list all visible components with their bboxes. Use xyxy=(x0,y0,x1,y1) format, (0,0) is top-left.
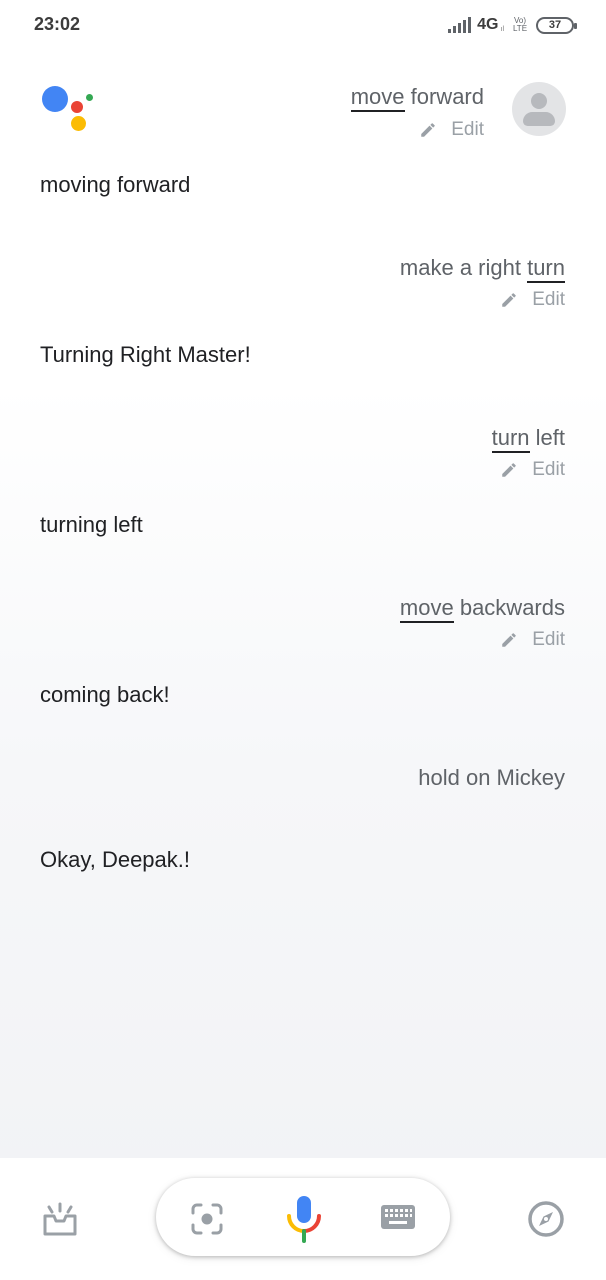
input-pill xyxy=(156,1178,450,1256)
query-word: hold on Mickey xyxy=(418,765,565,790)
user-query[interactable]: move forward xyxy=(350,84,484,112)
query-word: turn xyxy=(491,425,530,453)
query-word: move xyxy=(399,595,454,623)
edit-query-button[interactable]: Edit xyxy=(500,289,565,311)
network-type: 4G xyxy=(477,16,499,33)
battery-level: 37 xyxy=(548,19,562,31)
lens-icon[interactable] xyxy=(190,1202,224,1236)
assistant-reply: Okay, Deepak.! xyxy=(40,847,190,872)
edit-label: Edit xyxy=(532,629,565,650)
explore-compass-icon[interactable] xyxy=(527,1200,565,1238)
edit-label: Edit xyxy=(532,289,565,310)
user-query[interactable]: turn left xyxy=(491,425,565,453)
pencil-icon xyxy=(502,463,517,477)
pencil-icon xyxy=(421,123,436,137)
pencil-icon xyxy=(502,293,517,307)
status-bar: 23:02 4G ıl Vo) LTE 37 xyxy=(0,0,606,52)
query-word: make a right xyxy=(399,255,528,280)
status-indicators: 4G ıl Vo) LTE 37 xyxy=(448,13,577,37)
edit-label: Edit xyxy=(451,119,484,140)
user-query[interactable]: hold on Mickey xyxy=(418,765,565,791)
user-avatar[interactable] xyxy=(512,82,566,136)
volte-icon: Vo) LTE xyxy=(512,16,528,33)
updates-tray-icon[interactable] xyxy=(42,1202,78,1238)
assistant-reply: turning left xyxy=(40,512,143,537)
assistant-reply: moving forward xyxy=(40,172,191,197)
signal-strength-icon xyxy=(448,17,472,33)
google-assistant-logo-icon xyxy=(40,84,96,134)
microphone-icon[interactable] xyxy=(284,1194,324,1244)
query-word: left xyxy=(529,425,565,450)
assistant-reply: coming back! xyxy=(40,682,170,707)
battery-icon: 37 xyxy=(536,16,577,34)
query-word: turn xyxy=(527,255,565,283)
user-query[interactable]: move backwards xyxy=(399,595,565,623)
edit-query-button[interactable]: Edit xyxy=(500,459,565,481)
pencil-icon xyxy=(502,633,517,647)
bottom-bar xyxy=(0,1158,606,1280)
user-query[interactable]: make a right turn xyxy=(399,255,565,283)
query-word: backwards xyxy=(453,595,565,620)
network-activity-icon: ıl xyxy=(500,25,505,33)
keyboard-icon[interactable] xyxy=(380,1204,416,1232)
query-word: forward xyxy=(404,84,484,109)
edit-query-button[interactable]: Edit xyxy=(419,119,484,141)
edit-label: Edit xyxy=(532,459,565,480)
assistant-reply: Turning Right Master! xyxy=(40,342,251,367)
status-time: 23:02 xyxy=(34,14,81,34)
query-word: move xyxy=(350,84,405,112)
edit-query-button[interactable]: Edit xyxy=(500,629,565,651)
